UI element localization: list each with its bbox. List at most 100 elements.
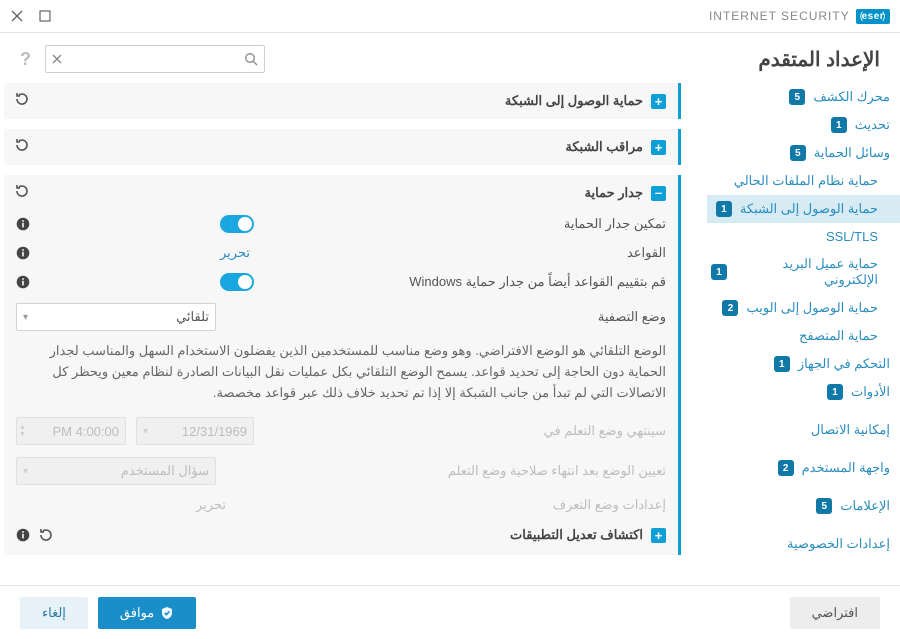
- learning-end-time: PM 4:00:00 ▲▼: [16, 417, 126, 445]
- sidebar-item-notifications[interactable]: الإعلامات 5: [707, 492, 900, 520]
- window-controls: [10, 9, 52, 23]
- restore-icon[interactable]: [14, 137, 30, 153]
- info-icon[interactable]: [16, 246, 30, 260]
- restore-icon[interactable]: [14, 91, 30, 107]
- clear-search-icon[interactable]: [52, 54, 62, 64]
- sidebar-item-ssl-tls[interactable]: SSL/TLS: [707, 223, 900, 250]
- chevron-down-icon: ▾: [143, 426, 148, 437]
- sidebar-item-detection-engine[interactable]: محرك الكشف 5: [707, 83, 900, 111]
- filter-mode-description: الوضع التلقائي هو الوضع الافتراضي. وهو و…: [16, 337, 666, 411]
- sidebar-item-device-control[interactable]: التحكم في الجهاز1: [707, 350, 900, 378]
- sidebar-badge: 5: [816, 498, 832, 514]
- search-input[interactable]: [62, 52, 244, 67]
- sidebar-item-update[interactable]: تحديث1: [707, 111, 900, 139]
- section-firewall: – جدار حماية تمكين جدار الحماية القواعد …: [4, 175, 681, 555]
- enable-firewall-toggle[interactable]: [220, 215, 254, 233]
- sidebar-badge: 1: [831, 117, 847, 133]
- restore-icon[interactable]: [38, 527, 54, 543]
- subsection-app-modification: + اكتشاف تعديل التطبيقات: [16, 519, 666, 545]
- brand: eser INTERNET SECURITY: [705, 9, 890, 24]
- restore-icon[interactable]: [14, 183, 30, 199]
- ok-button[interactable]: موافق: [98, 597, 196, 629]
- expand-icon[interactable]: +: [651, 140, 666, 155]
- sidebar-item-network-access[interactable]: حماية الوصول إلى الشبكة 1: [707, 195, 900, 223]
- sidebar-item-label: إعدادات الخصوصية: [787, 536, 890, 552]
- sidebar-item-label: محرك الكشف: [813, 89, 890, 105]
- sidebar-item-browser[interactable]: حماية المتصفح: [707, 322, 900, 350]
- learning-end-label: سينتهي وضع التعلم في: [264, 423, 666, 439]
- filter-mode-label: وضع التصفية: [226, 309, 666, 325]
- sidebar-item-label: وسائل الحماية: [814, 145, 890, 161]
- sidebar-item-label: حماية المتصفح: [799, 328, 878, 344]
- sidebar-badge: 2: [778, 460, 794, 476]
- sidebar-badge: 1: [827, 384, 843, 400]
- default-button[interactable]: افتراضي: [790, 597, 880, 629]
- brand-badge: eser: [856, 9, 890, 24]
- filter-mode-select[interactable]: تلقائي ▾: [16, 303, 216, 331]
- sidebar-item-ui[interactable]: واجهة المستخدم 2: [707, 454, 900, 482]
- spinner-icon: ▲▼: [19, 424, 26, 438]
- row-learning-settings: إعدادات وضع التعرف تحرير: [16, 491, 666, 519]
- sidebar-badge: 2: [722, 300, 738, 316]
- help-icon[interactable]: ?: [20, 49, 31, 70]
- search-icon: [244, 52, 258, 66]
- sidebar-badge: 1: [716, 201, 732, 217]
- section-network-monitor: + مراقب الشبكة: [4, 129, 681, 165]
- after-learning-label: تعيين الوضع بعد انتهاء صلاحية وضع التعلم: [226, 463, 666, 479]
- select-value: تلقائي: [176, 309, 209, 325]
- expand-icon[interactable]: +: [651, 94, 666, 109]
- sidebar-item-label: حماية الوصول إلى الويب: [746, 300, 878, 316]
- row-windows-firewall: قم بتقييم القواعد أيضاً من جدار حماية Wi…: [16, 267, 666, 297]
- sidebar-badge: 1: [774, 356, 790, 372]
- select-value: سؤال المستخدم: [121, 463, 209, 479]
- search-box[interactable]: [45, 45, 265, 73]
- subsection-title: اكتشاف تعديل التطبيقات: [510, 527, 643, 543]
- sidebar-item-email-client[interactable]: حماية عميل البريد الإلكتروني 1: [707, 250, 900, 294]
- sidebar-item-label: إمكانية الاتصال: [811, 422, 890, 438]
- row-filter-mode: وضع التصفية تلقائي ▾: [16, 297, 666, 337]
- page-title: الإعداد المتقدم: [758, 47, 880, 72]
- sidebar-item-protections[interactable]: وسائل الحماية5: [707, 139, 900, 167]
- close-icon[interactable]: [10, 9, 24, 23]
- main-panel: + حماية الوصول إلى الشبكة + مراقب الشبكة…: [0, 83, 695, 585]
- sidebar-item-connectivity[interactable]: إمكانية الاتصال: [707, 416, 900, 444]
- cancel-button[interactable]: إلغاء: [20, 597, 88, 629]
- row-learning-end: سينتهي وضع التعلم في 12/31/1969 ▾ PM 4:0…: [16, 411, 666, 451]
- sidebar-item-label: حماية عميل البريد الإلكتروني: [735, 256, 878, 288]
- sidebar-item-web-access[interactable]: حماية الوصول إلى الويب 2: [707, 294, 900, 322]
- time-value: PM 4:00:00: [53, 424, 120, 439]
- info-icon[interactable]: [16, 217, 30, 231]
- section-title: جدار حماية: [585, 185, 643, 201]
- sidebar-item-label: الإعلامات: [840, 498, 890, 514]
- info-icon[interactable]: [16, 528, 30, 542]
- chevron-down-icon: ▾: [23, 466, 28, 477]
- sidebar-item-label: واجهة المستخدم: [802, 460, 890, 476]
- section-title: مراقب الشبكة: [565, 139, 643, 155]
- expand-icon[interactable]: +: [651, 528, 666, 543]
- windows-firewall-label: قم بتقييم القواعد أيضاً من جدار حماية Wi…: [264, 274, 666, 290]
- row-enable-firewall: تمكين جدار الحماية: [16, 209, 666, 239]
- section-title: حماية الوصول إلى الشبكة: [505, 93, 643, 109]
- sidebar-item-tools[interactable]: الأدوات1: [707, 378, 900, 406]
- enable-firewall-label: تمكين جدار الحماية: [264, 216, 666, 232]
- sidebar-item-privacy[interactable]: إعدادات الخصوصية: [707, 530, 900, 558]
- section-network-access: + حماية الوصول إلى الشبكة: [4, 83, 681, 119]
- windows-firewall-toggle[interactable]: [220, 273, 254, 291]
- footer: افتراضي موافق إلغاء: [0, 585, 900, 639]
- rules-edit-link[interactable]: تحرير: [220, 245, 250, 261]
- learning-end-date: 12/31/1969 ▾: [136, 417, 254, 445]
- sidebar-item-label: حماية الوصول إلى الشبكة: [740, 201, 878, 217]
- sidebar-item-realtime-fs[interactable]: حماية نظام الملفات الحالي: [707, 167, 900, 195]
- after-learning-select: سؤال المستخدم ▾: [16, 457, 216, 485]
- info-icon[interactable]: [16, 275, 30, 289]
- rules-label: القواعد: [260, 245, 666, 261]
- maximize-icon[interactable]: [38, 9, 52, 23]
- ok-button-label: موافق: [120, 605, 154, 621]
- sidebar-badge: 5: [789, 89, 805, 105]
- sidebar-item-label: SSL/TLS: [826, 229, 878, 244]
- sidebar-badge: 1: [711, 264, 727, 280]
- learning-settings-edit: تحرير: [196, 497, 226, 513]
- titlebar: eser INTERNET SECURITY: [0, 0, 900, 32]
- collapse-icon[interactable]: –: [651, 186, 666, 201]
- learning-settings-label: إعدادات وضع التعرف: [236, 497, 666, 513]
